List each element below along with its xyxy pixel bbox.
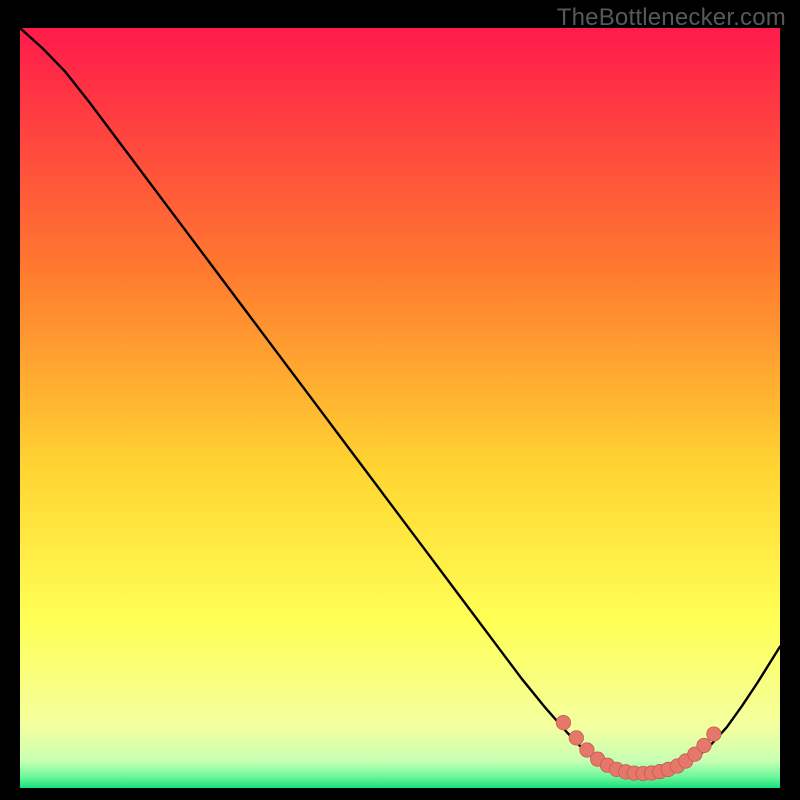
gradient-bg [20,28,780,788]
plot-area [20,28,780,788]
chart-svg [20,28,780,788]
highlight-marker [569,731,583,745]
highlight-marker [697,738,711,752]
highlight-marker [707,727,721,741]
highlight-marker [556,715,570,729]
chart-stage: TheBottlenecker.com [0,0,800,800]
